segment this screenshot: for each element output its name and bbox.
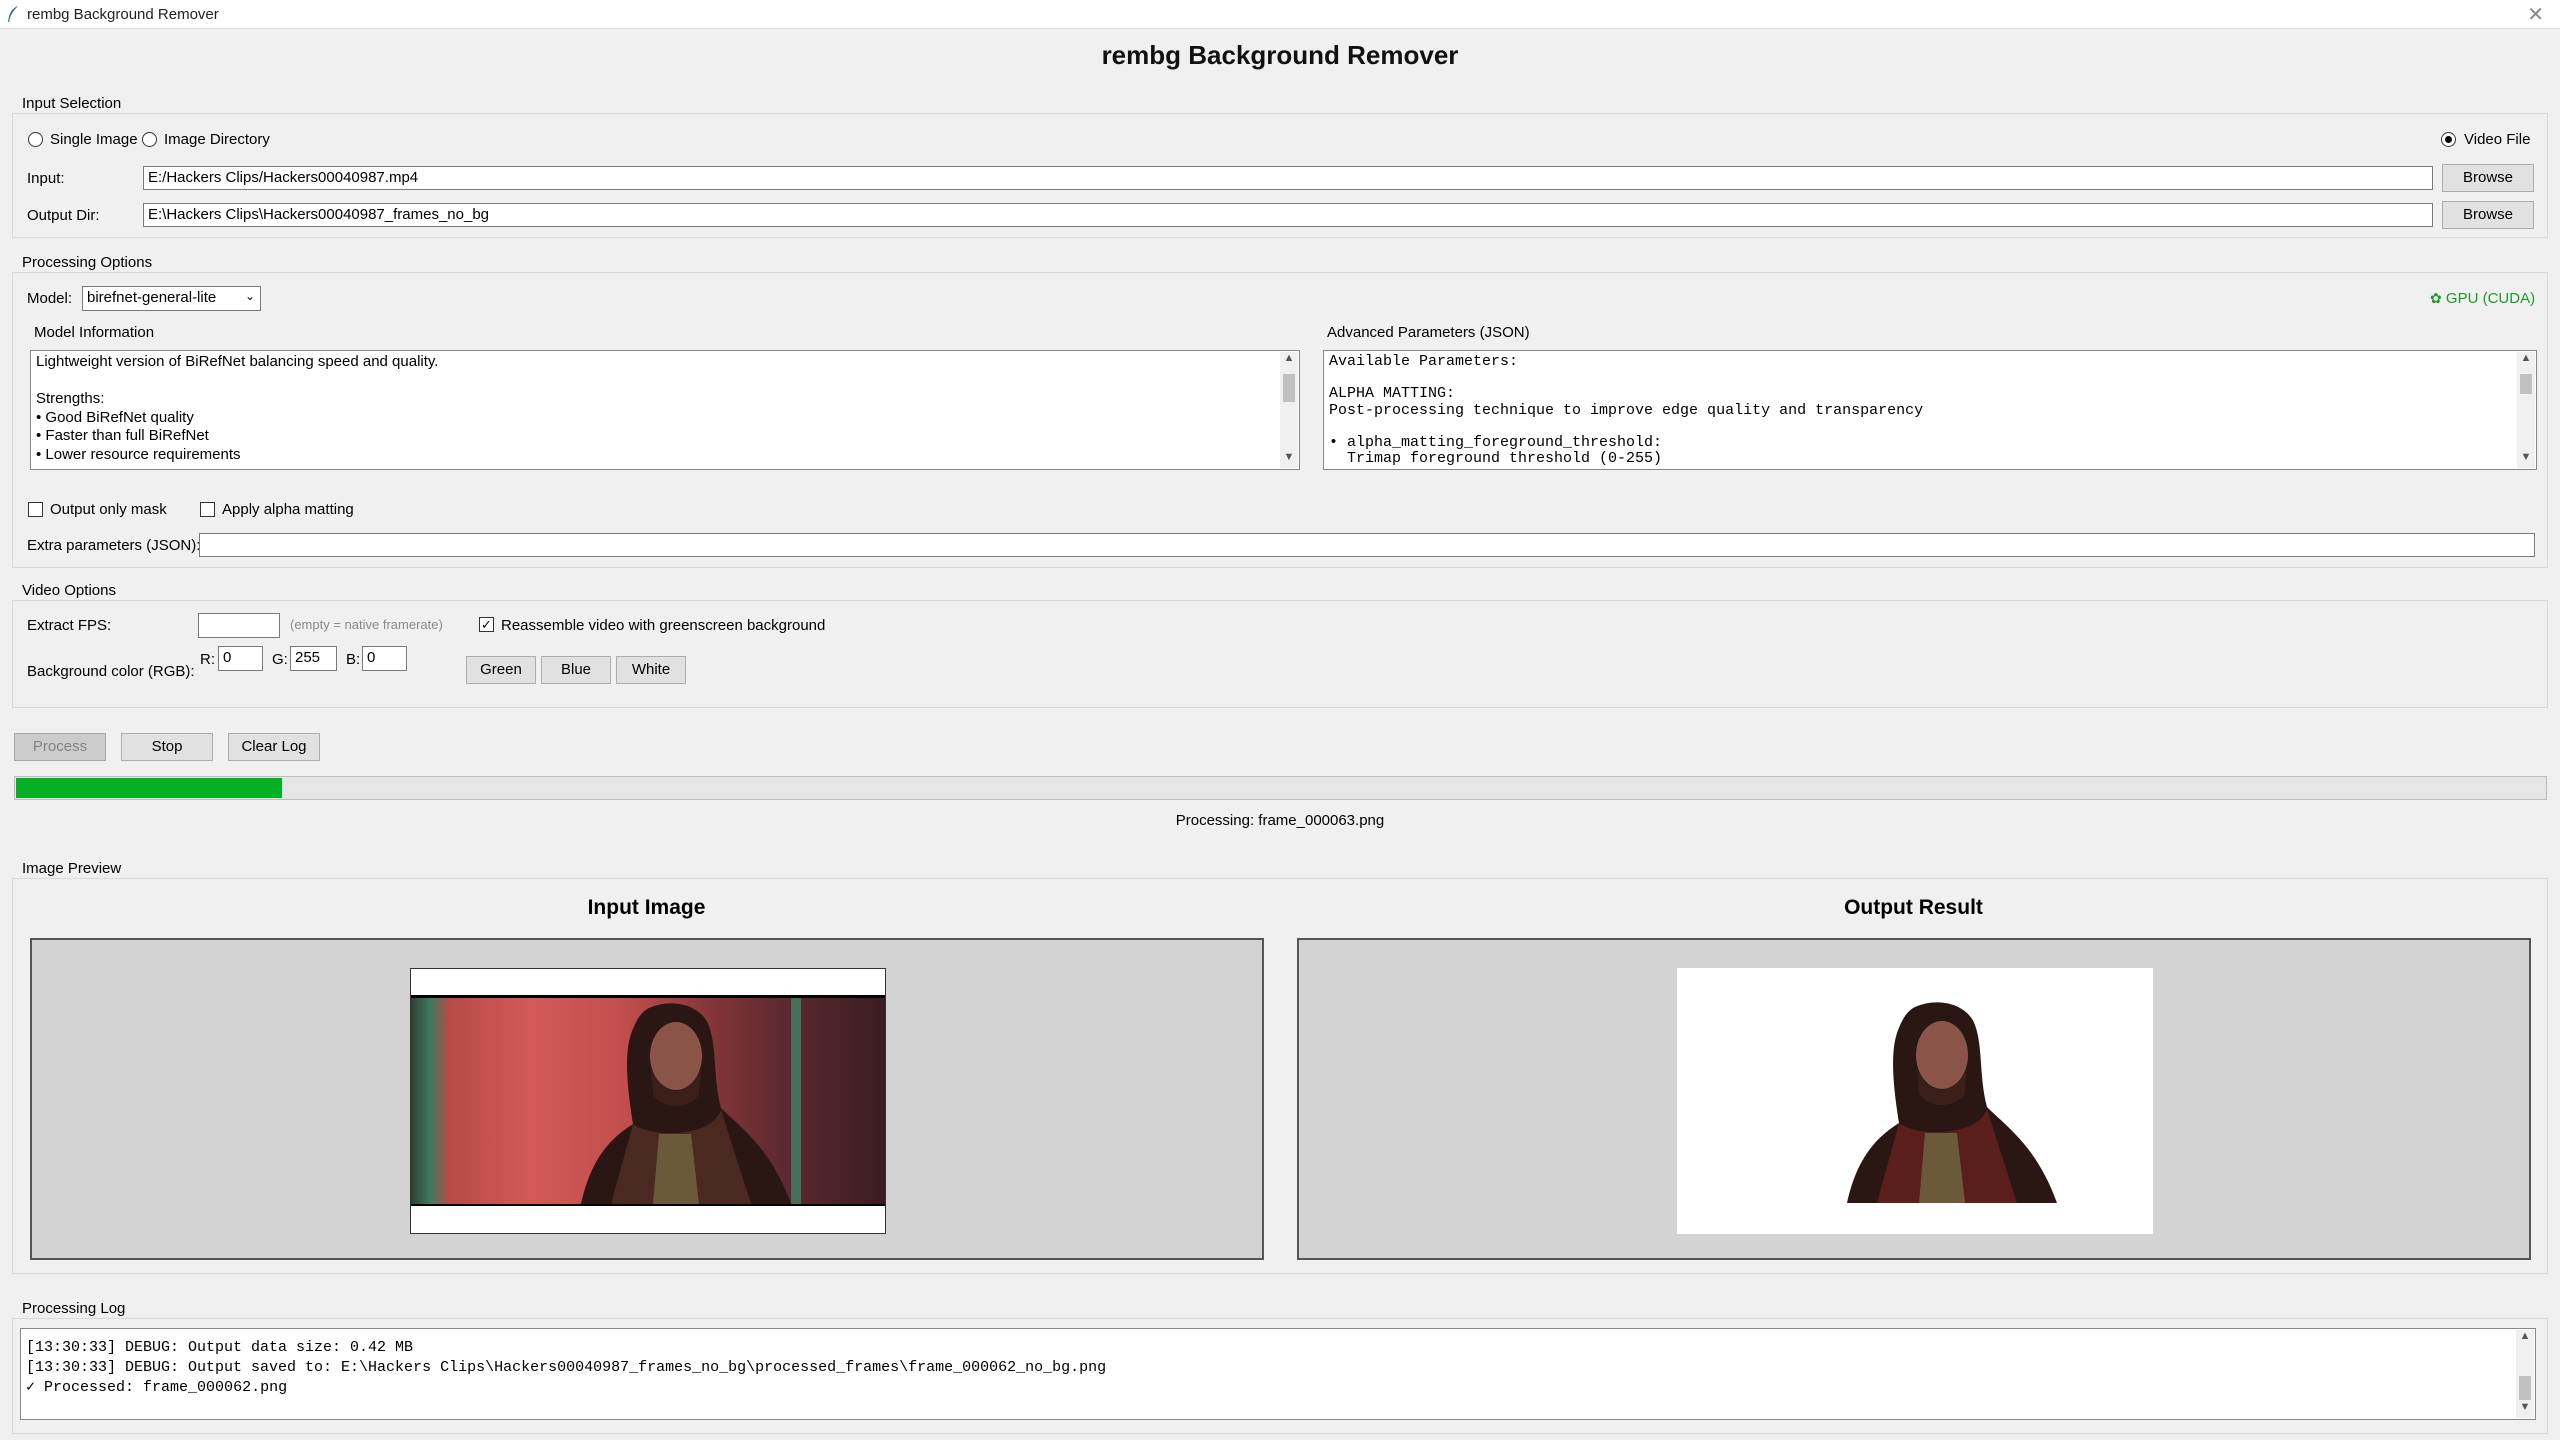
extra-params-field[interactable] <box>199 533 2535 557</box>
input-frame-image <box>410 968 886 1234</box>
model-info-scrollbar[interactable]: ▲ ▼ <box>1280 352 1298 468</box>
person-cutout <box>1847 1002 2057 1203</box>
stop-button[interactable]: Stop <box>121 733 213 761</box>
output-frame-image <box>1677 968 2153 1234</box>
browse-output-button[interactable]: Browse <box>2442 201 2534 229</box>
model-info-textbox[interactable]: Lightweight version of BiRefNet balancin… <box>30 350 1300 470</box>
single-image-label[interactable]: Single Image <box>50 131 138 148</box>
scroll-up-icon[interactable]: ▲ <box>1280 352 1298 369</box>
window-titlebar: rembg Background Remover ✕ <box>0 0 2560 29</box>
extract-fps-hint: (empty = native framerate) <box>290 617 443 632</box>
frame-bottom-border <box>411 1204 885 1206</box>
video-file-radio[interactable] <box>2441 132 2456 147</box>
advanced-params-text: Available Parameters: ALPHA MATTING: Pos… <box>1329 353 1924 468</box>
extract-fps-field[interactable] <box>198 613 280 638</box>
extract-fps-label: Extract FPS: <box>27 617 112 634</box>
white-preset-button[interactable]: White <box>616 656 686 684</box>
scroll-up-icon[interactable]: ▲ <box>2516 1330 2534 1347</box>
reassemble-video-checkbox[interactable]: ✓ <box>479 617 494 632</box>
chevron-down-icon[interactable]: ⌄ <box>245 288 255 305</box>
red-field[interactable]: 0 <box>218 646 263 671</box>
window-title: rembg Background Remover <box>27 6 219 23</box>
model-info-label: Model Information <box>34 324 155 341</box>
person-figure <box>581 1003 791 1204</box>
output-only-mask-checkbox[interactable] <box>28 502 43 517</box>
processing-log-text: [13:30:33] DEBUG: Output data size: 0.42… <box>26 1339 1107 1396</box>
app-title: rembg Background Remover <box>1101 40 1459 70</box>
clear-log-button[interactable]: Clear Log <box>228 733 320 761</box>
scroll-thumb[interactable] <box>2519 1376 2531 1400</box>
image-preview-label: Image Preview <box>19 860 125 877</box>
input-label: Input: <box>27 170 65 187</box>
scroll-down-icon[interactable]: ▼ <box>2516 1401 2534 1418</box>
image-directory-radio[interactable] <box>142 132 157 147</box>
processing-log-label: Processing Log <box>19 1300 129 1317</box>
processing-options-label: Processing Options <box>19 254 156 271</box>
red-label: R: <box>200 651 215 668</box>
alpha-matting-label[interactable]: Apply alpha matting <box>222 501 354 518</box>
progress-bar-fill <box>16 778 282 798</box>
scroll-down-icon[interactable]: ▼ <box>1280 451 1298 468</box>
advanced-params-textbox[interactable]: Available Parameters: ALPHA MATTING: Pos… <box>1323 350 2537 470</box>
video-file-label[interactable]: Video File <box>2464 131 2530 148</box>
blue-preset-button[interactable]: Blue <box>541 656 611 684</box>
output-dir-label: Output Dir: <box>27 207 100 224</box>
background-color-label: Background color (RGB): <box>27 663 195 680</box>
green-field[interactable]: 255 <box>290 646 337 671</box>
process-button[interactable]: Process <box>14 733 106 761</box>
frame-scene <box>411 998 885 1204</box>
progress-bar <box>14 776 2547 800</box>
output-result-title: Output Result <box>1844 896 1983 919</box>
output-result-canvas <box>1297 938 2531 1260</box>
scroll-thumb[interactable] <box>1283 374 1295 402</box>
green-preset-button[interactable]: Green <box>466 656 536 684</box>
output-dir-field[interactable]: E:\Hackers Clips\Hackers00040987_frames_… <box>143 203 2433 227</box>
reassemble-video-label[interactable]: Reassemble video with greenscreen backgr… <box>501 617 825 634</box>
browse-input-button[interactable]: Browse <box>2442 164 2534 192</box>
extra-params-label: Extra parameters (JSON): <box>27 537 201 554</box>
green-label: G: <box>272 651 288 668</box>
image-directory-label[interactable]: Image Directory <box>164 131 270 148</box>
feather-icon <box>8 6 18 22</box>
input-path-field[interactable]: E:/Hackers Clips/Hackers00040987.mp4 <box>143 166 2433 190</box>
model-select[interactable]: birefnet-general-lite ⌄ <box>82 286 261 311</box>
processing-log-textbox[interactable]: [13:30:33] DEBUG: Output data size: 0.42… <box>20 1328 2536 1420</box>
blue-field[interactable]: 0 <box>362 646 407 671</box>
input-image-title: Input Image <box>587 896 706 919</box>
model-label: Model: <box>27 290 73 307</box>
blue-label: B: <box>346 651 361 668</box>
video-options-label: Video Options <box>19 582 119 599</box>
model-info-text: Lightweight version of BiRefNet balancin… <box>36 353 439 463</box>
scroll-down-icon[interactable]: ▼ <box>2517 451 2535 468</box>
leaf-icon: ✿ <box>2430 290 2442 306</box>
output-only-mask-label[interactable]: Output only mask <box>50 501 167 518</box>
progress-status: Processing: frame_000063.png <box>1175 812 1385 829</box>
single-image-radio[interactable] <box>28 132 43 147</box>
model-select-value: birefnet-general-lite <box>87 289 217 306</box>
input-image-canvas <box>30 938 1264 1260</box>
advanced-params-scrollbar[interactable]: ▲ ▼ <box>2517 352 2535 468</box>
scroll-thumb[interactable] <box>2520 374 2532 394</box>
gpu-status-text: GPU (CUDA) <box>2445 290 2536 307</box>
advanced-params-label: Advanced Parameters (JSON) <box>1327 324 1530 341</box>
close-icon[interactable]: ✕ <box>2527 2 2544 27</box>
scroll-up-icon[interactable]: ▲ <box>2517 352 2535 369</box>
input-selection-label: Input Selection <box>19 95 125 112</box>
gpu-status: ✿ GPU (CUDA) <box>2430 290 2535 307</box>
alpha-matting-checkbox[interactable] <box>200 502 215 517</box>
log-scrollbar[interactable]: ▲ ▼ <box>2516 1330 2534 1418</box>
